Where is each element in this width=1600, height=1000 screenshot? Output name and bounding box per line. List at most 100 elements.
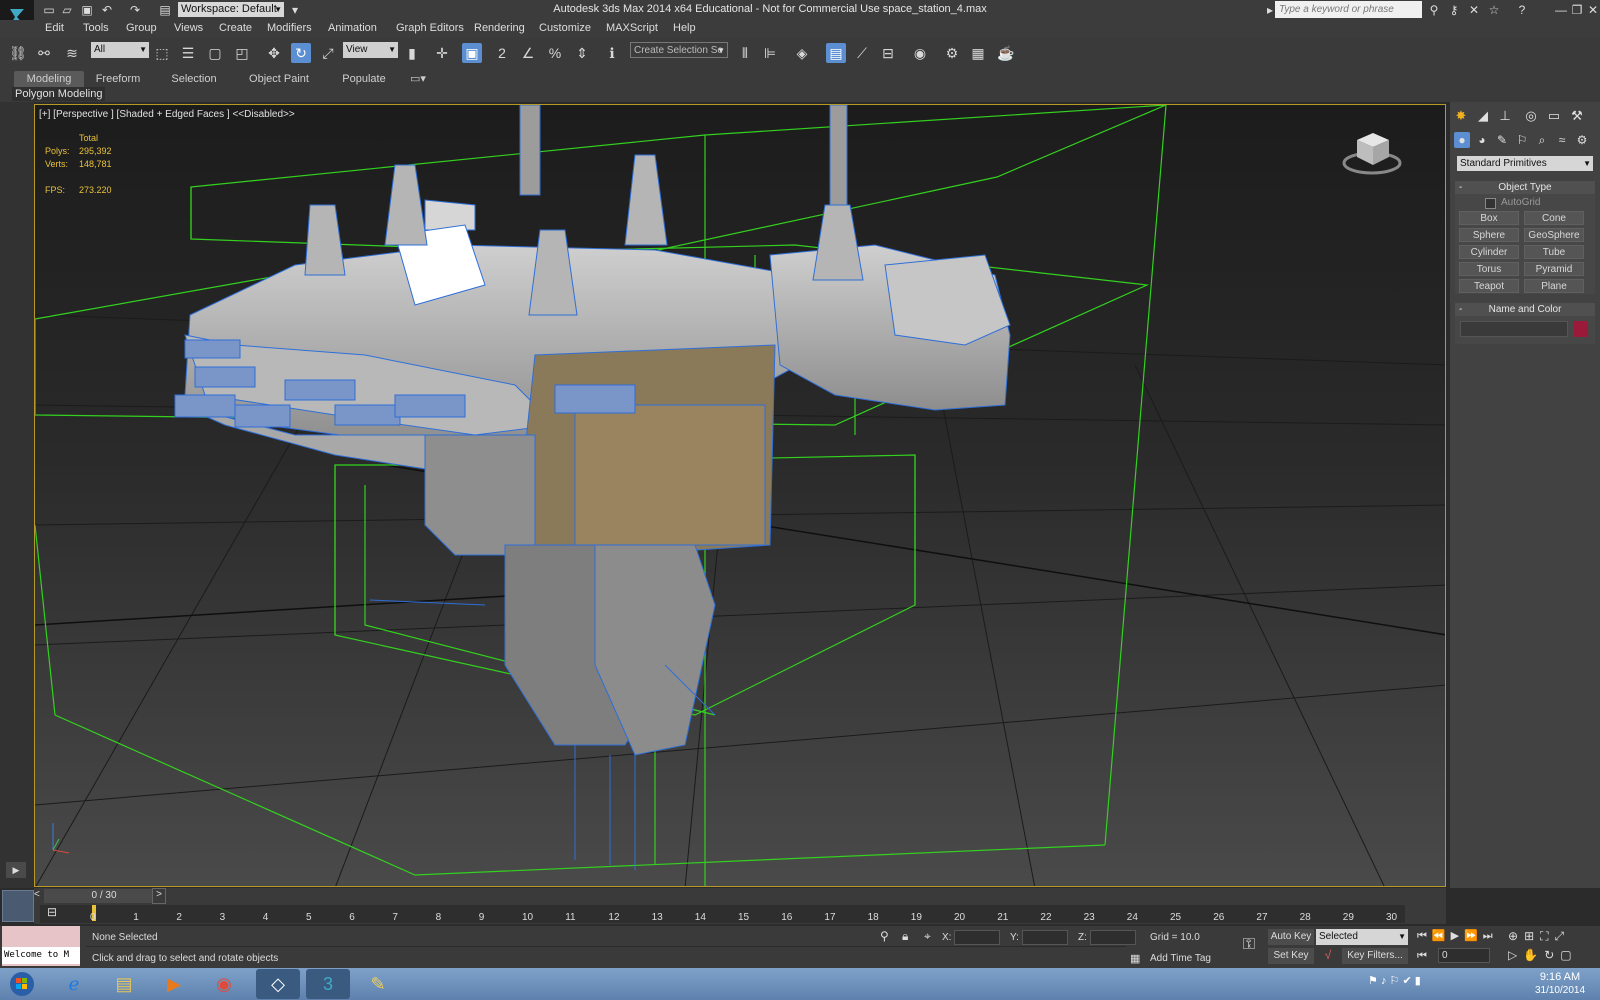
add-time-tag[interactable]: Add Time Tag xyxy=(1150,953,1211,964)
menu-views[interactable]: Views xyxy=(174,22,203,34)
zoom-all-icon[interactable]: ⊞ xyxy=(1524,929,1540,943)
menu-group[interactable]: Group xyxy=(126,22,157,34)
time-slider-prev-icon[interactable]: < xyxy=(34,889,44,903)
key-icon[interactable]: ⚿ xyxy=(1236,936,1262,956)
favorites-star-icon[interactable]: ☆ xyxy=(1486,2,1502,18)
go-to-start-icon[interactable]: ⏮ xyxy=(1417,930,1432,942)
select-rotate-icon[interactable]: ↻ xyxy=(291,43,311,63)
ribbon-options-icon[interactable]: ▭▾ xyxy=(406,71,430,88)
polygon-modeling-panel[interactable]: Polygon Modeling xyxy=(12,87,106,101)
rendered-frame-window-icon[interactable]: ▦ xyxy=(968,43,988,63)
y-coordinate-input[interactable] xyxy=(1022,930,1068,945)
object-color-swatch[interactable] xyxy=(1574,321,1588,337)
key-mode-toggle-icon[interactable]: ⏮ xyxy=(1417,950,1427,963)
help-icon[interactable]: ? xyxy=(1514,2,1530,18)
pyramid-button[interactable]: Pyramid xyxy=(1524,262,1584,276)
zoom-icon[interactable]: ⊕ xyxy=(1508,929,1524,943)
paint-icon[interactable]: ✎ xyxy=(356,969,400,999)
menu-help[interactable]: Help xyxy=(673,22,696,34)
helpers-icon[interactable]: ⌕ xyxy=(1534,132,1550,148)
maxscript-mini-listener[interactable]: Welcome to M xyxy=(2,947,80,964)
volume-tray-icon[interactable]: ♪ xyxy=(1381,975,1387,987)
name-color-rollout-header[interactable]: - Name and Color xyxy=(1455,303,1595,316)
power-tray-icon[interactable]: ▮ xyxy=(1415,975,1421,987)
menu-edit[interactable]: Edit xyxy=(45,22,64,34)
mirror-icon[interactable]: ⫴ xyxy=(735,43,755,63)
create-tab-icon[interactable]: ✸ xyxy=(1452,107,1470,125)
render-production-icon[interactable]: ☕ xyxy=(996,43,1016,63)
security-tray-icon[interactable]: ✔ xyxy=(1402,975,1411,987)
cone-button[interactable]: Cone xyxy=(1524,211,1584,225)
project-folder-icon[interactable]: ▤ xyxy=(158,3,172,17)
internet-explorer-icon[interactable]: ℯ xyxy=(52,969,96,999)
lock-selection-icon[interactable]: 🔒︎ xyxy=(902,929,908,944)
next-frame-icon[interactable]: ⏩ xyxy=(1464,930,1483,942)
menu-customize[interactable]: Customize xyxy=(539,22,591,34)
tube-button[interactable]: Tube xyxy=(1524,245,1584,259)
undo-icon[interactable]: ↶ xyxy=(100,3,114,17)
teapot-button[interactable]: Teapot xyxy=(1459,279,1519,293)
current-frame-input[interactable]: 0 xyxy=(1438,948,1490,963)
set-key-filter-icon[interactable]: √ xyxy=(1318,948,1338,964)
select-by-name-icon[interactable]: ☰ xyxy=(178,43,198,63)
go-to-end-icon[interactable]: ⏭ xyxy=(1483,930,1498,942)
render-setup-icon[interactable]: ⚙ xyxy=(942,43,962,63)
link-icon[interactable]: ⛓ xyxy=(8,43,28,63)
geosphere-button[interactable]: GeoSphere xyxy=(1524,228,1584,242)
orbit-icon[interactable]: ↻ xyxy=(1544,948,1560,962)
search-input[interactable]: Type a keyword or phrase xyxy=(1275,1,1422,18)
angle-snap-icon[interactable]: ∠ xyxy=(518,43,538,63)
space-warps-icon[interactable]: ≈ xyxy=(1554,132,1570,148)
time-slider-next-icon[interactable]: > xyxy=(152,888,166,904)
percent-snap-icon[interactable]: % xyxy=(545,43,565,63)
previous-frame-icon[interactable]: ⏪ xyxy=(1432,930,1451,942)
material-editor-icon[interactable]: ◉ xyxy=(910,43,930,63)
viewport-label[interactable]: [+] [Perspective ] [Shaded + Edged Faces… xyxy=(39,109,295,120)
geometry-icon[interactable]: ● xyxy=(1454,132,1470,148)
track-bar[interactable] xyxy=(40,905,1405,923)
menu-maxscript[interactable]: MAXScript xyxy=(606,22,658,34)
close-icon[interactable]: ✕ xyxy=(1584,2,1600,18)
menu-tools[interactable]: Tools xyxy=(83,22,109,34)
menu-rendering[interactable]: Rendering xyxy=(474,22,525,34)
start-button-icon[interactable] xyxy=(2,969,42,999)
media-player-icon[interactable]: ▶ xyxy=(152,969,196,999)
binoculars-icon[interactable]: ⚲ xyxy=(1426,2,1442,18)
subscription-icon[interactable]: ⚷ xyxy=(1446,2,1462,18)
track-bar-toggle-icon[interactable]: ⊟ xyxy=(44,905,60,921)
new-file-icon[interactable]: ▭ xyxy=(42,3,56,17)
clock-time[interactable]: 9:16 AM xyxy=(1532,971,1588,983)
menu-animation[interactable]: Animation xyxy=(328,22,377,34)
chrome-icon[interactable]: ◉ xyxy=(202,969,246,999)
torus-button[interactable]: Torus xyxy=(1459,262,1519,276)
menu-create[interactable]: Create xyxy=(219,22,252,34)
tab-modeling[interactable]: Modeling xyxy=(14,71,84,88)
window-crossing-icon[interactable]: ◰ xyxy=(232,43,252,63)
select-manipulate-icon[interactable]: ✛ xyxy=(432,43,452,63)
systems-icon[interactable]: ⚙ xyxy=(1574,132,1590,148)
edit-named-selection-icon[interactable]: ℹ xyxy=(602,43,622,63)
selection-filter-dropdown[interactable]: All ▼ xyxy=(91,42,149,58)
x-coordinate-input[interactable] xyxy=(954,930,1000,945)
cylinder-button[interactable]: Cylinder xyxy=(1459,245,1519,259)
mini-curve-toggle-icon[interactable] xyxy=(2,890,34,922)
z-coordinate-input[interactable] xyxy=(1090,930,1136,945)
schematic-view-icon[interactable]: ⊟ xyxy=(878,43,898,63)
key-filters-button[interactable]: Key Filters... xyxy=(1342,948,1408,964)
flag-tray-icon[interactable]: ⚐ xyxy=(1390,975,1400,987)
time-tag-icon[interactable]: ▦ xyxy=(1130,952,1140,965)
zoom-extents-icon[interactable]: ⛶ xyxy=(1540,929,1554,943)
primitive-category-dropdown[interactable]: Standard Primitives ▼ xyxy=(1457,156,1593,171)
spinner-snap-icon[interactable]: ⇕ xyxy=(572,43,592,63)
isolate-selection-icon[interactable]: ⚲ xyxy=(880,929,889,943)
align-icon[interactable]: ⊫ xyxy=(760,43,780,63)
curve-editor-icon[interactable]: ⟋ xyxy=(852,43,872,63)
autogrid-checkbox[interactable] xyxy=(1485,198,1496,209)
redo-icon[interactable]: ↷ xyxy=(128,3,142,17)
select-move-icon[interactable]: ✥ xyxy=(264,43,284,63)
3ds-max-icon[interactable]: 3 xyxy=(306,969,350,999)
tab-selection[interactable]: Selection xyxy=(166,71,222,88)
object-name-input[interactable] xyxy=(1460,321,1568,337)
snaps-toggle-icon[interactable]: 2 xyxy=(492,43,512,63)
cameras-icon[interactable]: ⚐ xyxy=(1514,132,1530,148)
